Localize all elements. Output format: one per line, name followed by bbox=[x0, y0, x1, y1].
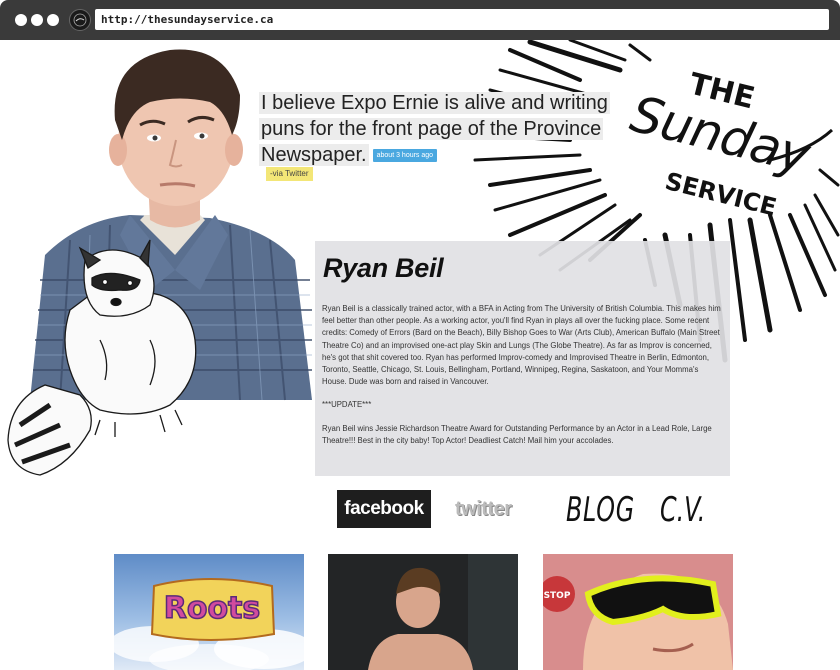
roots-thumbnail-image: Roots bbox=[114, 578, 304, 670]
bio-update-text: Ryan Beil wins Jessie Richardson Theatre… bbox=[322, 423, 712, 445]
stop-sign-text: STOP bbox=[544, 591, 571, 601]
browser-chrome: http://thesundayservice.ca bbox=[0, 0, 840, 40]
roots-title: Roots bbox=[164, 591, 261, 626]
shirtless-thumbnail[interactable] bbox=[328, 554, 518, 670]
sunglasses-thumbnail-image: STOP bbox=[543, 573, 733, 670]
address-bar[interactable]: http://thesundayservice.ca bbox=[95, 9, 829, 30]
facebook-link[interactable]: facebook bbox=[337, 490, 431, 528]
window-maximize-button[interactable] bbox=[47, 14, 59, 26]
bio-update-heading: ***UPDATE*** bbox=[322, 400, 372, 410]
blog-link[interactable]: BLOG bbox=[566, 490, 634, 530]
cv-link[interactable]: C.V. bbox=[660, 490, 705, 530]
tweet-quote: I believe Expo Ernie is alive and writin… bbox=[259, 90, 619, 168]
tweet-timestamp-link[interactable]: about 3 hours ago bbox=[372, 149, 438, 162]
shirtless-thumbnail-image bbox=[368, 554, 518, 670]
page-content: THE Sunday SERVICE I believe Expo Ernie … bbox=[0, 40, 840, 670]
bio-panel: Ryan Beil Ryan Beil is a classically tra… bbox=[315, 241, 730, 476]
window-close-button[interactable] bbox=[15, 14, 27, 26]
logo-line-3: SERVICE bbox=[662, 167, 779, 222]
sunday-service-logo: THE Sunday SERVICE bbox=[625, 67, 834, 222]
tweet-source-label[interactable]: -via Twitter bbox=[266, 167, 313, 181]
window-minimize-button[interactable] bbox=[31, 14, 43, 26]
site-favicon-icon bbox=[69, 9, 91, 31]
roots-thumbnail[interactable]: Roots bbox=[114, 554, 304, 670]
twitter-link[interactable]: twitter bbox=[455, 490, 533, 528]
sunglasses-thumbnail[interactable]: STOP bbox=[543, 554, 733, 670]
bio-paragraph: Ryan Beil is a classically trained actor… bbox=[322, 304, 721, 387]
bio-name-heading: Ryan Beil bbox=[323, 253, 444, 283]
